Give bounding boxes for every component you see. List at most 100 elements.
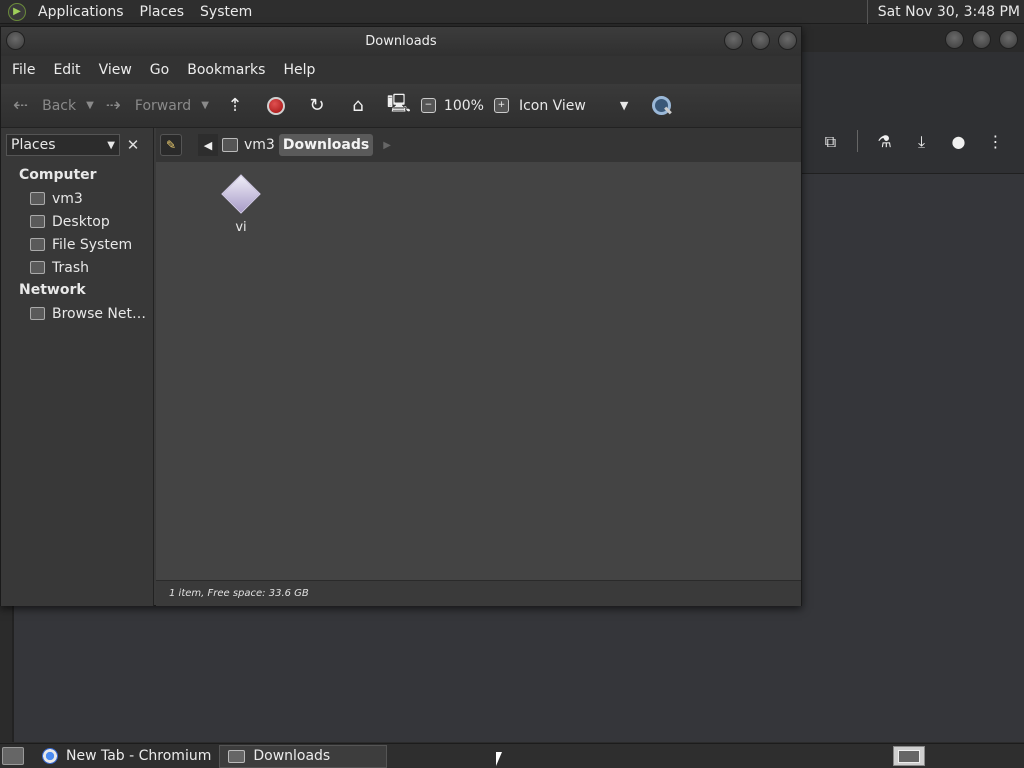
workspace-switcher[interactable] [893,746,925,766]
sidebar: Places ▼ ✕ Computer vm3 Desktop File Sys… [1,128,154,606]
breadcrumb-vm3[interactable]: vm3 [218,134,279,156]
task-label: Downloads [253,748,331,764]
file-item[interactable]: vi [218,174,264,235]
sidebar-header: Places ▼ ✕ [1,128,153,162]
menu-edit[interactable]: Edit [44,62,89,78]
sidebar-close-icon[interactable]: ✕ [124,134,142,156]
path-scroll-right-icon[interactable]: ▶ [383,140,391,151]
sidebar-item-label: Browse Net… [52,305,147,322]
mouse-cursor-icon [496,752,502,766]
sidebar-item-label: Desktop [52,213,110,230]
stop-button[interactable] [264,94,288,118]
workspace-1[interactable] [898,750,920,763]
up-folder-icon[interactable]: ⇡ [223,94,247,118]
places-list: Computer vm3 Desktop File System Trash N… [1,162,153,325]
window-title: Downloads [365,34,437,49]
applications-menu[interactable]: Applications [30,4,132,20]
more-menu-icon[interactable]: ⋮ [985,131,1006,152]
back-label: Back [42,97,77,114]
menu-bookmarks[interactable]: Bookmarks [178,62,274,78]
window-menu-button[interactable] [6,31,25,50]
profile-icon[interactable]: ● [948,131,969,152]
task-chromium[interactable]: New Tab - Chromium [34,745,219,768]
forward-button[interactable]: ⇢ Forward [106,95,191,116]
bottom-panel: New Tab - Chromium Downloads [0,743,1024,768]
menubar: File Edit View Go Bookmarks Help [1,56,801,84]
distro-logo-icon[interactable]: ▶ [8,2,26,21]
toolbar-divider [857,130,858,152]
task-downloads[interactable]: Downloads [219,744,388,768]
sidebar-item-label: vm3 [52,190,83,207]
close-button[interactable] [778,31,797,50]
breadcrumb-label: Downloads [282,137,370,153]
toolbar: ⇠ Back ▼ ⇢ Forward ▼ ⇡ ↻ ⌂ 🖳 − 100% + Ic… [1,84,801,128]
forward-history-dropdown-icon[interactable]: ▼ [201,100,209,111]
fm-titlebar[interactable]: Downloads [1,27,801,56]
view-mode-value: Icon View [518,97,586,114]
chromium-toolbar-icons: ⧉ ⚗ ⤓ ● ⋮ [820,130,1006,152]
sidebar-mode-value: Places [11,137,56,153]
sidebar-item-label: Trash [52,259,89,276]
menu-help[interactable]: Help [274,62,324,78]
reload-icon[interactable]: ↻ [305,94,329,118]
maximize-button[interactable] [972,30,991,49]
executable-file-icon [221,174,261,214]
minimize-button[interactable] [724,31,743,50]
sidebar-item-label: File System [52,236,133,253]
zoom-out-icon[interactable]: − [420,98,436,113]
zoom-control[interactable]: − 100% + [420,97,517,114]
home-folder-icon [222,138,238,152]
menu-view[interactable]: View [90,62,141,78]
top-panel: ▶ Applications Places System Sat Nov 30,… [0,0,1024,24]
network-icon [30,307,45,320]
close-button[interactable] [999,30,1018,49]
zoom-level: 100% [443,97,484,114]
view-mode-select[interactable]: Icon View ▼ [519,98,628,114]
system-menu[interactable]: System [192,4,260,20]
menu-file[interactable]: File [3,62,44,78]
sidebar-item-browse-network[interactable]: Browse Net… [1,302,153,325]
chromium-window-buttons [945,30,1018,49]
computer-icon[interactable]: 🖳 [387,93,411,118]
sidebar-item-vm3[interactable]: vm3 [1,187,153,210]
sidebar-item-trash[interactable]: Trash [1,256,153,279]
status-bar: 1 item, Free space: 33.6 GB [156,580,801,606]
forward-label: Forward [134,97,192,114]
labs-flask-icon[interactable]: ⚗ [874,131,895,152]
path-bar: ✎ ◀ vm3 Downloads ▶ [156,128,801,162]
sidebar-mode-select[interactable]: Places ▼ [6,134,120,156]
back-button[interactable]: ⇠ Back [13,95,76,116]
breadcrumb-label: vm3 [244,137,275,153]
path-scroll-left-icon[interactable]: ◀ [198,134,218,156]
sidebar-item-desktop[interactable]: Desktop [1,210,153,233]
sidebar-item-file-system[interactable]: File System [1,233,153,256]
chromium-icon [42,748,58,764]
places-menu[interactable]: Places [132,4,193,20]
chevron-down-icon: ▼ [619,99,629,112]
edit-location-button[interactable]: ✎ [160,134,182,156]
show-desktop-icon[interactable] [2,747,24,765]
back-history-dropdown-icon[interactable]: ▼ [86,100,94,111]
home-folder-icon [30,192,45,205]
minimize-button[interactable] [945,30,964,49]
sidebar-section-network: Network [19,282,86,298]
file-view[interactable]: vi [156,162,801,606]
download-icon[interactable]: ⤓ [911,131,932,152]
chevron-down-icon: ▼ [107,139,115,151]
folder-icon [228,749,246,763]
home-folder-icon[interactable]: ⌂ [346,94,370,118]
menu-go[interactable]: Go [141,62,178,78]
zoom-in-icon[interactable]: + [493,98,509,113]
forward-arrow-icon: ⇢ [105,95,121,116]
breadcrumb-downloads[interactable]: Downloads [278,134,374,156]
file-name: vi [235,220,247,235]
fm-window-buttons [724,31,797,50]
extensions-icon[interactable]: ⧉ [820,131,841,152]
file-manager-window: Downloads File Edit View Go Bookmarks He… [0,26,802,606]
drive-icon [30,238,45,251]
trash-icon [30,261,45,274]
search-icon[interactable] [650,95,672,117]
sidebar-section-computer: Computer [19,167,97,183]
clock[interactable]: Sat Nov 30, 3:48 PM [866,0,1020,24]
maximize-button[interactable] [751,31,770,50]
